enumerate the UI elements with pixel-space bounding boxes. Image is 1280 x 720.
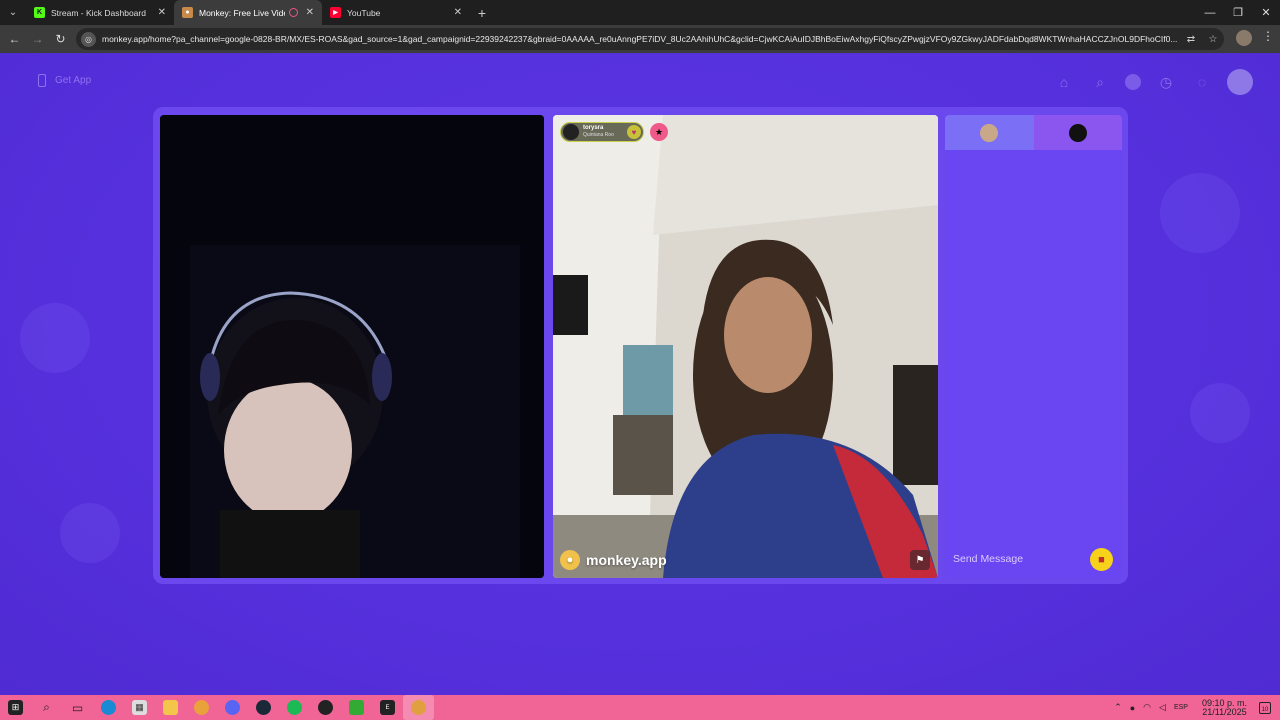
url-text[interactable]: monkey.app/home?pa_channel=google-0828-B… (102, 34, 1180, 44)
stranger-avatar-icon (1068, 123, 1087, 142)
wifi-icon[interactable]: ◠ (1143, 702, 1151, 713)
tab-title: Monkey: Free Live Video Ch (199, 7, 285, 18)
windows-start-icon[interactable]: ⊞ (0, 695, 31, 720)
tab-kick-dashboard[interactable]: K Stream - Kick Dashboard ✕ (26, 0, 174, 25)
notification-count: 10 (1261, 706, 1269, 713)
top-nav-icons: ⌂ ⌕ ◷ ◌ (1053, 69, 1253, 95)
new-tab-button[interactable]: + (470, 0, 494, 25)
self-video (160, 115, 544, 578)
chat-tab-stranger[interactable] (1033, 115, 1122, 150)
windows-taskbar: ⊞ ⌕ ▭ ▦ E ⌃ ● ◠ ◁ ESP 09:10 p. m. 21/11/… (0, 695, 1280, 720)
address-bar[interactable]: ◎ monkey.app/home?pa_channel=google-0828… (76, 28, 1224, 50)
monkey-logo-icon: ● (560, 550, 580, 570)
tab-title: Stream - Kick Dashboard (51, 7, 146, 18)
stranger-user-badge[interactable]: torysra Quintana Roo ♥ (560, 122, 644, 142)
send-gift-button[interactable]: ■ (1090, 548, 1113, 571)
message-input[interactable] (953, 553, 1083, 565)
system-tray: ⌃ ● ◠ ◁ ESP 09:10 p. m. 21/11/2025 10 (1110, 695, 1280, 720)
phone-icon (38, 74, 46, 87)
clock[interactable]: 09:10 p. m. 21/11/2025 (1198, 698, 1251, 717)
history-icon[interactable]: ◷ (1155, 71, 1177, 93)
profile-avatar-icon[interactable] (1227, 69, 1253, 95)
spotify-icon[interactable] (279, 695, 310, 720)
maximize-icon[interactable]: ❐ (1224, 0, 1252, 25)
epic-games-icon[interactable]: E (372, 695, 403, 720)
close-tab-icon[interactable]: ✕ (306, 7, 314, 18)
browser-menu-icon[interactable]: ⋮ (1262, 29, 1274, 43)
tab-search-dropdown-icon[interactable]: ⌄ (0, 0, 26, 25)
background-pattern (1160, 173, 1240, 253)
close-tab-icon[interactable]: ✕ (158, 7, 166, 18)
message-input-area: ■ (945, 540, 1122, 578)
watermark-text: monkey.app (586, 552, 667, 568)
stranger-username: torysra (583, 125, 604, 131)
discord-icon[interactable] (217, 695, 248, 720)
task-view-icon[interactable]: ▭ (62, 695, 93, 720)
hat-icon[interactable]: ⌂ (1053, 71, 1075, 93)
report-icon[interactable]: ⚑ (910, 550, 930, 570)
recording-icon (288, 8, 298, 17)
stranger-video-feed (553, 115, 938, 578)
stranger-location: Quintana Roo (583, 132, 614, 138)
reload-icon[interactable]: ↻ (49, 25, 72, 53)
site-info-icon[interactable]: ◎ (81, 31, 96, 47)
browser-toolbar: ← → ↻ ◎ monkey.app/home?pa_channel=googl… (0, 25, 1280, 53)
monkey-watermark: ● monkey.app (560, 550, 667, 570)
youtube-icon: ▶ (330, 7, 341, 18)
clock-date: 21/11/2025 (1202, 706, 1247, 717)
background-pattern (20, 303, 90, 373)
tray-chevron-icon[interactable]: ⌃ (1114, 702, 1122, 713)
forward-icon[interactable]: → (26, 25, 49, 53)
volume-icon[interactable]: ◁ (1159, 702, 1166, 713)
chrome-active-icon[interactable] (403, 695, 434, 720)
steam-icon[interactable] (248, 695, 279, 720)
obs-icon[interactable] (310, 695, 341, 720)
chrome-icon[interactable] (186, 695, 217, 720)
search-icon[interactable]: ⌕ (1089, 71, 1111, 93)
notification-center-icon[interactable]: 10 (1259, 701, 1271, 714)
minimize-icon[interactable]: — (1196, 0, 1224, 25)
self-video-feed (160, 115, 544, 578)
search-icon[interactable]: ⌕ (31, 695, 62, 720)
file-explorer-icon[interactable] (155, 695, 186, 720)
get-app-label: Get App (55, 75, 92, 86)
stranger-avatar (563, 124, 579, 140)
window-controls: — ❐ ✕ (1196, 0, 1280, 25)
browser-profile-avatar[interactable] (1236, 30, 1252, 46)
chat-icon[interactable]: ◌ (1191, 71, 1213, 93)
store-icon[interactable]: ▦ (124, 695, 155, 720)
edge-icon[interactable] (93, 695, 124, 720)
xbox-icon[interactable] (341, 695, 372, 720)
monkey-icon: ● (182, 7, 193, 18)
tab-youtube[interactable]: ▶ YouTube ✕ (322, 0, 470, 25)
background-pattern (1190, 383, 1250, 443)
language-indicator[interactable]: ESP (1174, 704, 1188, 711)
chat-panel: ■ (945, 115, 1122, 578)
gift-icon[interactable]: ★ (650, 123, 668, 141)
tab-monkey[interactable]: ● Monkey: Free Live Video Ch ✕ (174, 0, 322, 25)
close-window-icon[interactable]: ✕ (1252, 0, 1280, 25)
coin-icon[interactable] (1125, 74, 1141, 90)
chat-tab-self[interactable] (945, 115, 1034, 150)
heart-icon[interactable]: ♥ (627, 125, 641, 139)
back-icon[interactable]: ← (3, 25, 26, 53)
bookmark-star-icon[interactable]: ☆ (1202, 34, 1224, 45)
close-tab-icon[interactable]: ✕ (454, 7, 462, 18)
translate-icon[interactable]: ⇄ (1180, 34, 1202, 45)
tab-title: YouTube (347, 7, 381, 18)
chat-tabs (945, 115, 1122, 150)
microphone-icon[interactable]: ● (1130, 703, 1135, 713)
kick-icon: K (34, 7, 45, 18)
stranger-video: torysra Quintana Roo ♥ ★ ● monkey.app ⚑ (553, 115, 938, 578)
browser-tab-strip: ⌄ K Stream - Kick Dashboard ✕ ● Monkey: … (0, 0, 1280, 25)
background-pattern (60, 503, 120, 563)
get-app-button[interactable]: Get App (38, 74, 91, 87)
self-avatar-icon (980, 123, 999, 142)
